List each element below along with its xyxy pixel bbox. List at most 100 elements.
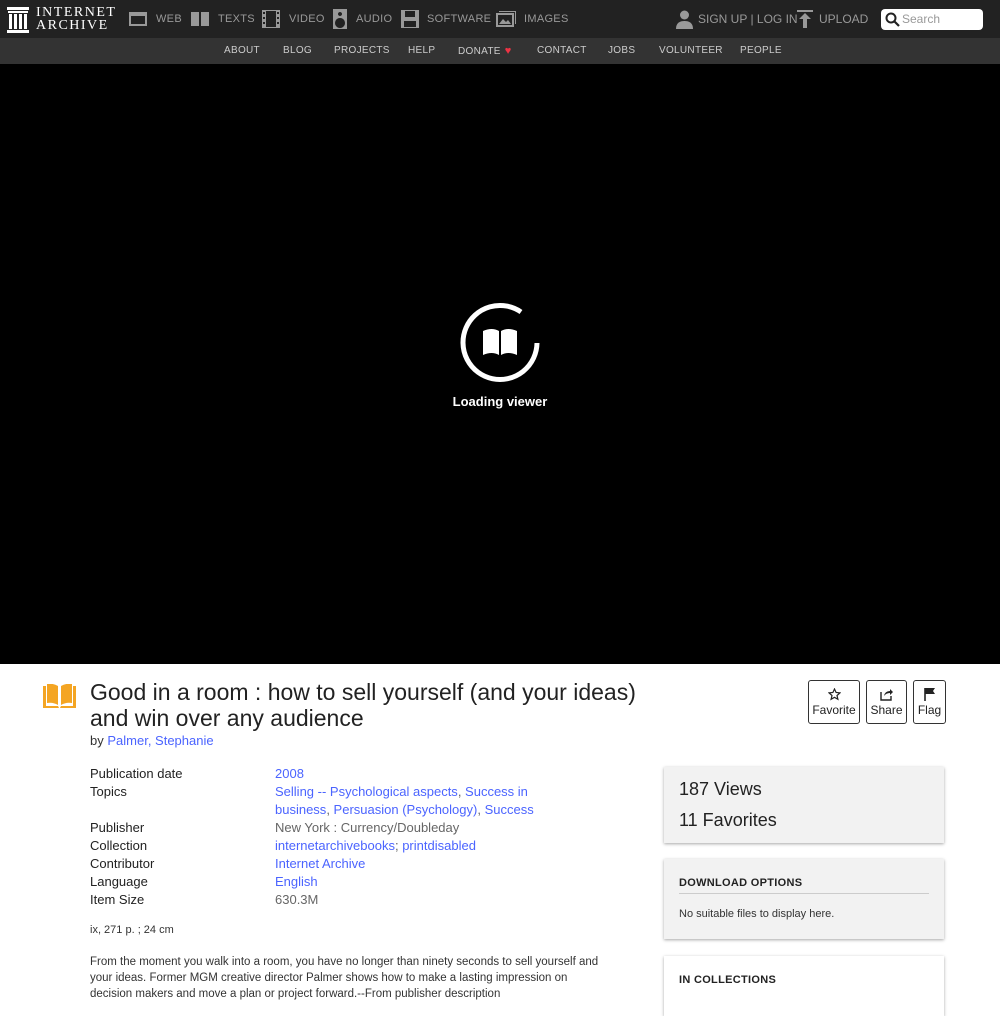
author-line: by Palmer, Stephanie — [90, 733, 214, 748]
metadata-table: Publication date 2008 Topics Selling -- … — [90, 765, 575, 909]
flag-icon — [924, 688, 935, 701]
subnav-volunteer[interactable]: VOLUNTEER — [659, 38, 723, 64]
upload-button[interactable]: UPLOAD — [797, 0, 868, 38]
nav-audio[interactable]: AUDIO — [332, 0, 392, 38]
logo-line-2: ARCHIVE — [36, 18, 109, 33]
share-label: Share — [870, 702, 903, 717]
nav-texts[interactable]: TEXTS — [190, 0, 255, 38]
meta-value: Internet Archive — [275, 855, 575, 873]
stats-box: 187 Views 11 Favorites — [664, 767, 944, 843]
item-title: Good in a room : how to sell yourself (a… — [90, 679, 636, 731]
meta-row-publication-date: Publication date 2008 — [90, 765, 575, 783]
star-icon — [827, 687, 841, 701]
upload-icon — [797, 10, 813, 28]
meta-row-topics: Topics Selling -- Psychological aspects,… — [90, 783, 575, 819]
images-icon — [496, 11, 516, 27]
meta-row-publisher: Publisher New York : Currency/Doubleday — [90, 819, 575, 837]
publisher-value: New York : Currency/Doubleday — [275, 820, 460, 835]
subnav-people[interactable]: PEOPLE — [740, 38, 782, 64]
topic-link[interactable]: Success — [485, 802, 534, 817]
contributor-link[interactable]: Internet Archive — [275, 856, 365, 871]
meta-row-collection: Collection internetarchivebooks; printdi… — [90, 837, 575, 855]
separator: , — [457, 784, 466, 799]
nav-video[interactable]: VIDEO — [261, 0, 325, 38]
nav-images-label: IMAGES — [524, 13, 569, 25]
flag-button[interactable]: Flag — [913, 680, 946, 724]
topic-link[interactable]: Persuasion (Psychology) — [334, 802, 478, 817]
meta-value: Selling -- Psychological aspects, Succes… — [275, 783, 575, 819]
separator: , — [477, 802, 485, 817]
subnav-jobs[interactable]: JOBS — [608, 38, 635, 64]
meta-key: Topics — [90, 784, 127, 799]
topic-link[interactable]: Selling -- Psychological aspects — [275, 784, 458, 799]
texts-icon — [191, 12, 209, 26]
texts-icon — [43, 684, 76, 708]
nav-software-label: SOFTWARE — [427, 13, 492, 25]
meta-key: Language — [90, 874, 148, 889]
search-box[interactable] — [881, 9, 983, 30]
book-viewer[interactable]: Loading viewer — [0, 64, 1000, 664]
loading-viewer-text: Loading viewer — [452, 394, 548, 409]
subnav-donate[interactable]: DONATE ♥ — [458, 38, 512, 64]
favorite-label: Favorite — [812, 702, 856, 717]
archive-building-icon — [7, 7, 29, 33]
subnav-contact[interactable]: CONTACT — [537, 38, 587, 64]
nav-software[interactable]: SOFTWARE — [401, 0, 491, 38]
audio-icon — [333, 9, 347, 29]
separator: , — [326, 802, 334, 817]
share-button[interactable]: Share — [866, 680, 907, 724]
meta-row-language: Language English — [90, 873, 575, 891]
item-description: From the moment you walk into a room, yo… — [90, 956, 599, 1000]
collections-heading: IN COLLECTIONS — [679, 974, 777, 986]
heart-icon: ♥ — [504, 45, 512, 57]
language-link[interactable]: English — [275, 874, 318, 889]
flag-label: Flag — [917, 703, 942, 717]
meta-value: internetarchivebooks; printdisabled — [275, 837, 575, 855]
meta-key: Contributor — [90, 856, 155, 871]
subnav-donate-label: DONATE — [458, 46, 501, 57]
search-input[interactable] — [902, 11, 978, 26]
subnav-blog[interactable]: BLOG — [283, 38, 312, 64]
share-icon — [880, 688, 893, 701]
meta-key: Publication date — [90, 766, 183, 781]
nav-texts-label: TEXTS — [218, 13, 255, 25]
nav-video-label: VIDEO — [289, 13, 325, 25]
secondary-nav-bar: ABOUT BLOG PROJECTS HELP DONATE ♥ CONTACT… — [0, 38, 1000, 64]
meta-row-contributor: Contributor Internet Archive — [90, 855, 575, 873]
meta-key: Collection — [90, 838, 148, 853]
collection-link[interactable]: internetarchivebooks — [275, 838, 395, 853]
loading-spinner-icon — [460, 303, 540, 382]
collections-box: IN COLLECTIONS — [664, 956, 944, 1016]
favorites-count: 11 Favorites — [679, 810, 777, 830]
item-size-value: 630.3M — [275, 892, 319, 907]
subnav-about[interactable]: ABOUT — [224, 38, 260, 64]
internet-archive-logo[interactable]: INTERNET ARCHIVE — [7, 5, 117, 35]
physical-description: ix, 271 p. ; 24 cm — [90, 924, 174, 936]
download-options-heading: DOWNLOAD OPTIONS — [679, 877, 803, 889]
by-prefix: by — [90, 733, 104, 748]
publication-date-link[interactable]: 2008 — [275, 766, 304, 781]
search-icon — [885, 12, 900, 27]
nav-images[interactable]: IMAGES — [496, 0, 569, 38]
web-icon — [129, 12, 147, 26]
sign-up-log-in-label: SIGN UP | LOG IN — [698, 12, 798, 26]
author-link[interactable]: Palmer, Stephanie — [107, 733, 213, 748]
video-icon — [262, 10, 280, 28]
download-note: No suitable files to display here. — [679, 908, 835, 920]
meta-value: 2008 — [275, 765, 575, 783]
user-icon — [676, 10, 693, 29]
top-nav-bar: INTERNET ARCHIVE WEB TEXTS VIDEO AUDIO S… — [0, 0, 1000, 38]
download-options-box: DOWNLOAD OPTIONS No suitable files to di… — [664, 859, 944, 939]
sign-up-log-in[interactable]: SIGN UP | LOG IN — [676, 0, 798, 38]
nav-web[interactable]: WEB — [128, 0, 182, 38]
nav-audio-label: AUDIO — [356, 13, 393, 25]
subnav-projects[interactable]: PROJECTS — [334, 38, 390, 64]
meta-value: English — [275, 873, 575, 891]
collection-link[interactable]: printdisabled — [402, 838, 476, 853]
subnav-help[interactable]: HELP — [408, 38, 435, 64]
divider — [679, 893, 929, 894]
nav-web-label: WEB — [156, 13, 182, 25]
favorite-button[interactable]: Favorite — [808, 680, 860, 724]
software-icon — [401, 10, 419, 28]
meta-key: Publisher — [90, 820, 145, 835]
